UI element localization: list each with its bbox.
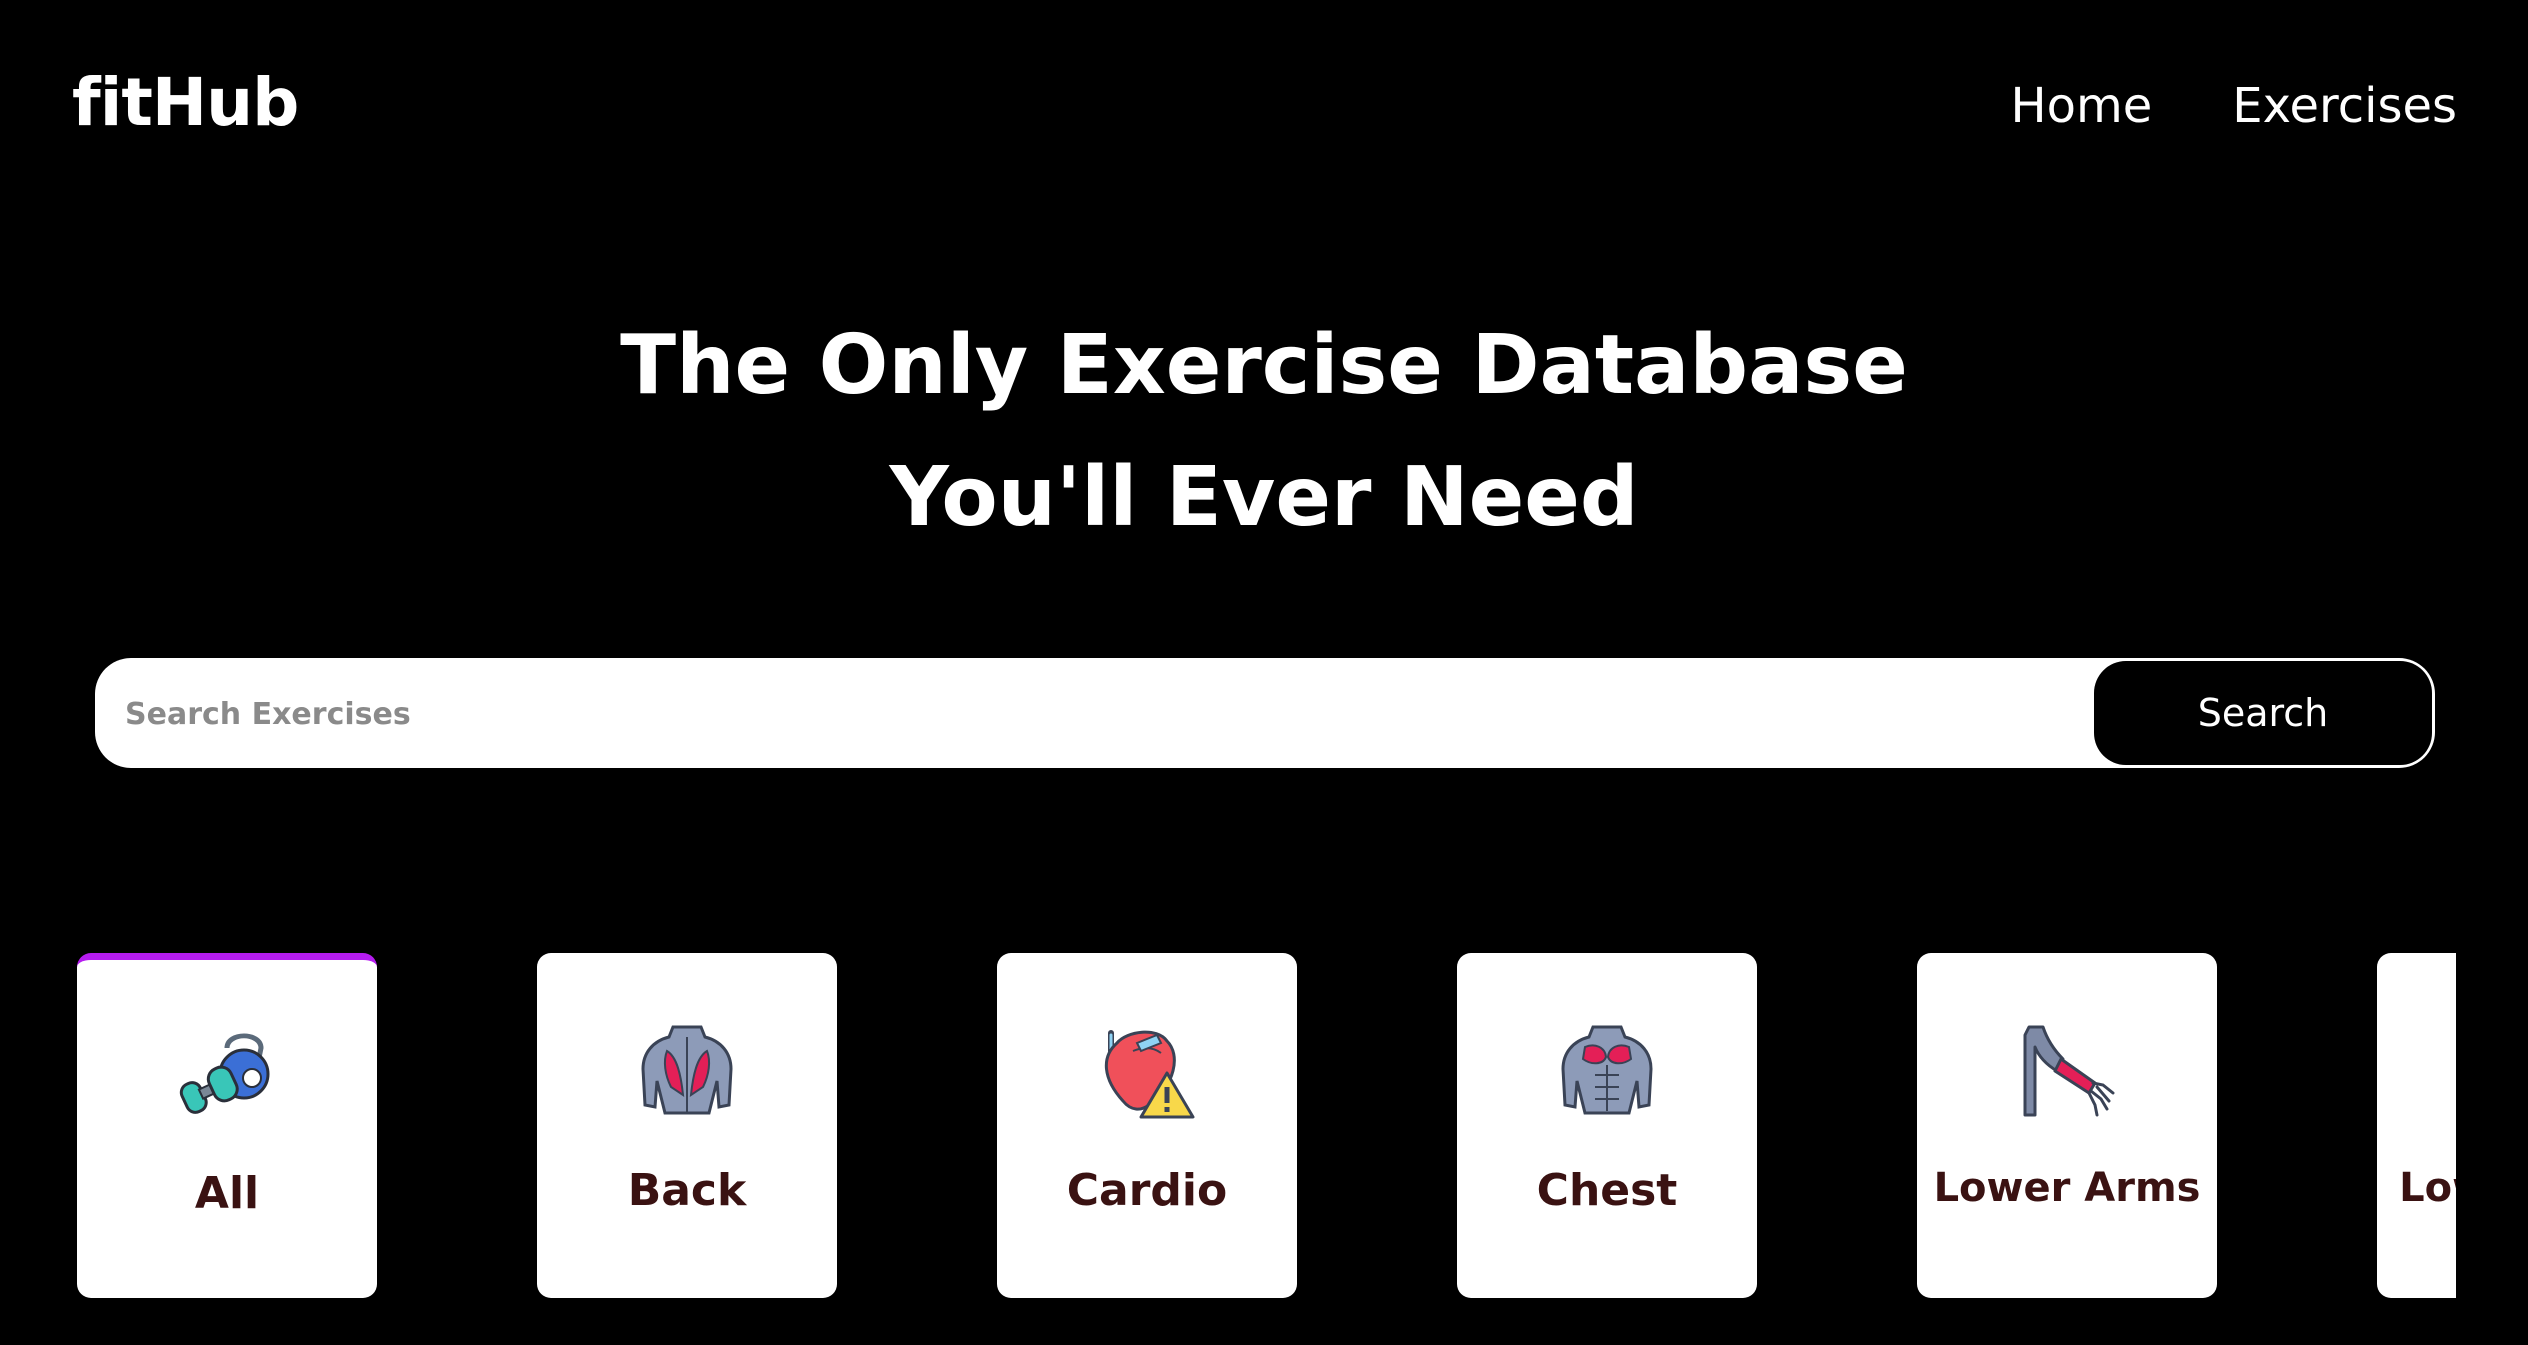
category-label: Chest: [1536, 1165, 1678, 1216]
logo[interactable]: fitHub: [72, 70, 299, 136]
hero-title-line-1: The Only Exercise Database: [620, 318, 1908, 413]
nav-exercises-link[interactable]: Exercises: [2232, 82, 2457, 130]
hero-title: The Only Exercise Database You'll Ever N…: [0, 300, 2528, 564]
hero-title-line-2: You'll Ever Need: [889, 450, 1639, 545]
category-carousel: All Back Cardio Chest Lower Arms Lo: [0, 953, 2456, 1298]
category-label: Cardio: [1066, 1165, 1228, 1216]
category-label: Lower Arms: [1933, 1165, 2201, 1211]
search-bar: Search: [95, 658, 2435, 770]
main-nav: Home Exercises: [2011, 82, 2458, 130]
category-card-lower-legs[interactable]: Lower Legs: [2377, 953, 2456, 1298]
category-label: Back: [627, 1165, 747, 1216]
search-button[interactable]: Search: [2094, 661, 2432, 765]
kettlebell-dumbbell-icon: [179, 1033, 270, 1114]
heart-warning-icon: [1104, 1030, 1195, 1119]
nav-home-link[interactable]: Home: [2011, 82, 2153, 130]
category-card-back[interactable]: Back: [537, 953, 837, 1298]
forearm-muscle-icon: [2023, 1025, 2115, 1117]
category-card-chest[interactable]: Chest: [1457, 953, 1757, 1298]
back-muscle-icon: [641, 1025, 733, 1115]
category-label: Lower Legs: [2399, 1165, 2456, 1211]
category-card-all[interactable]: All: [77, 953, 377, 1298]
category-card-cardio[interactable]: Cardio: [997, 953, 1297, 1298]
search-input[interactable]: [123, 658, 2077, 770]
category-label: All: [194, 1168, 260, 1219]
chest-muscle-icon: [1561, 1025, 1653, 1115]
page: fitHub Home Exercises The Only Exercise …: [0, 0, 2528, 1345]
category-card-lower-arms[interactable]: Lower Arms: [1917, 953, 2217, 1298]
